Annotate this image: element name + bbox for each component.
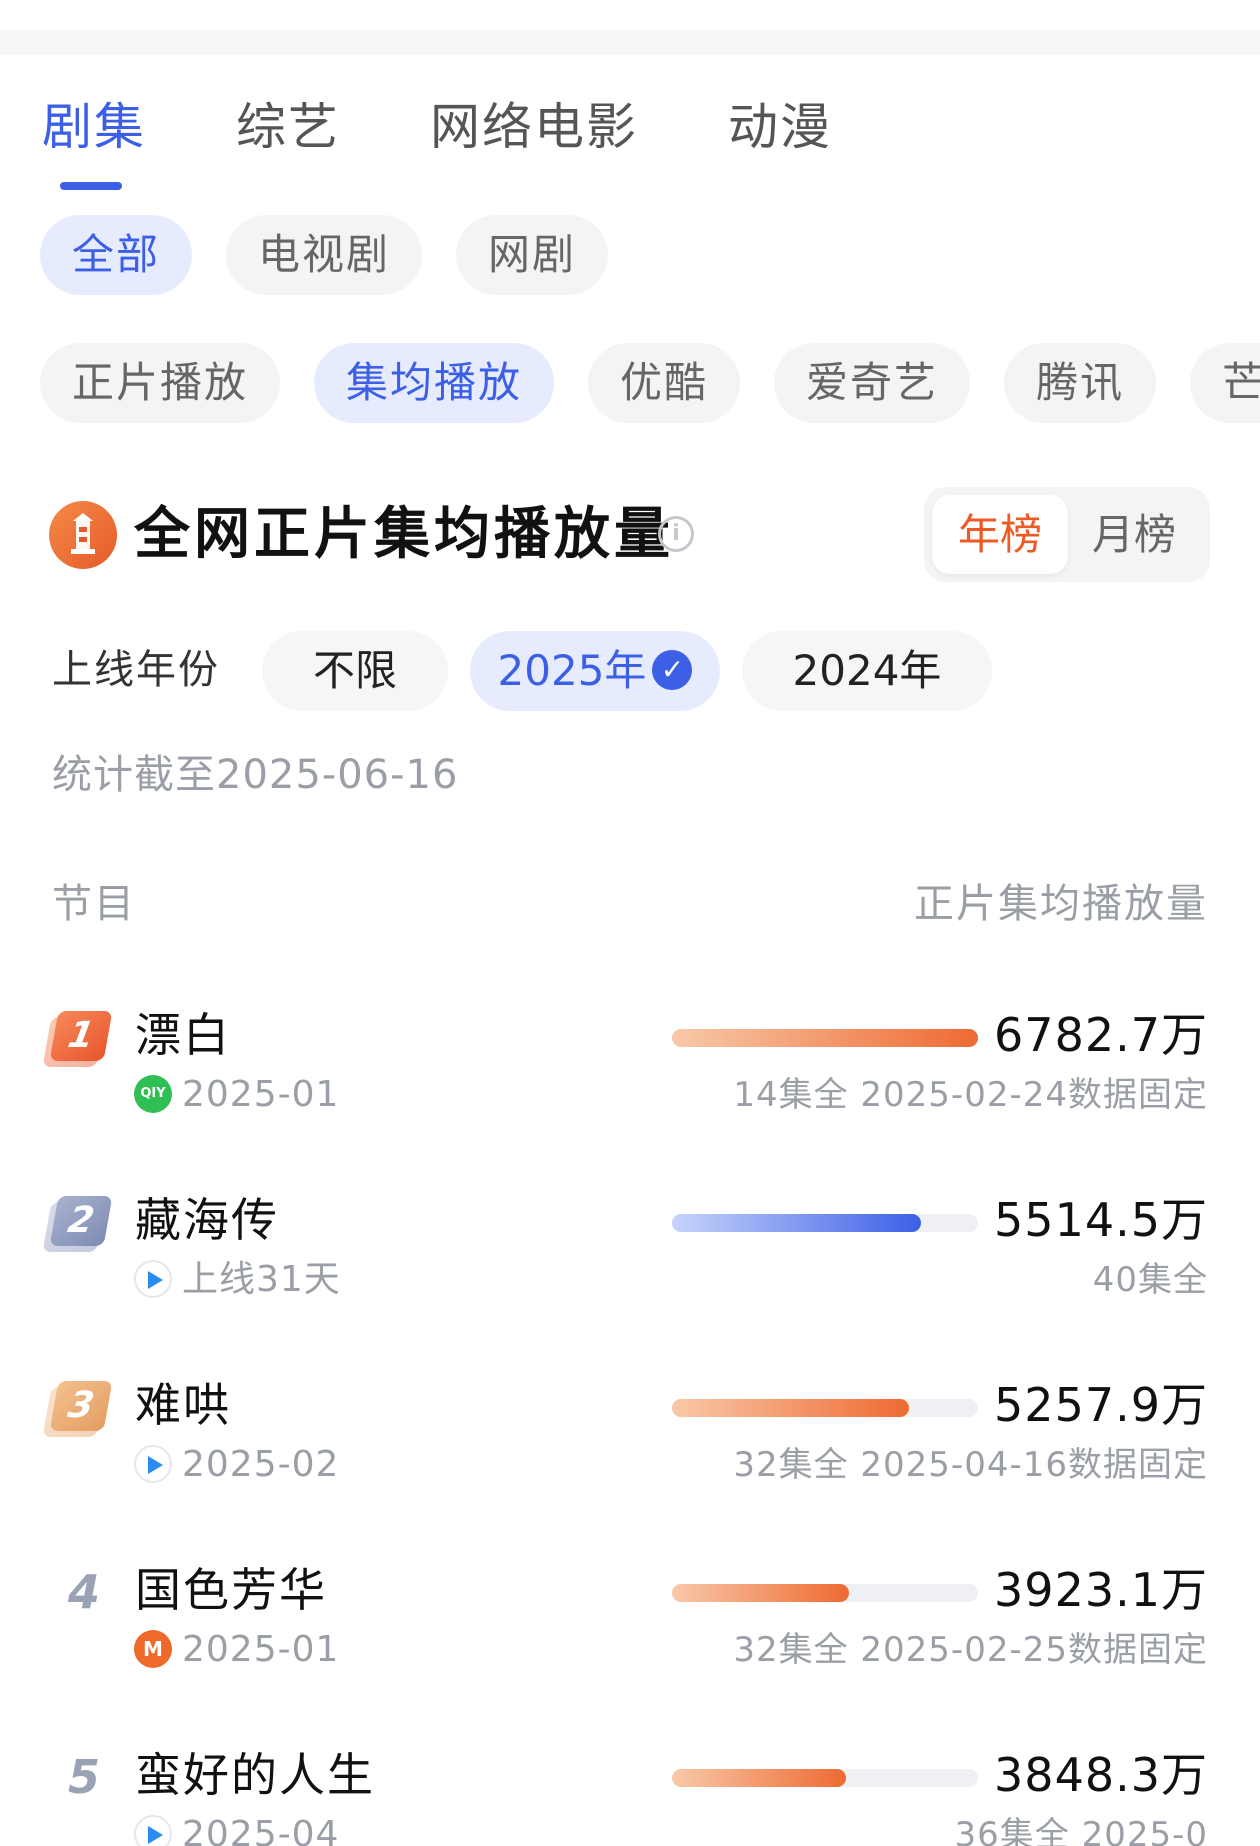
release-info: 2025-04 (182, 1814, 340, 1846)
filter-iqiyi[interactable]: 爱奇艺 (774, 343, 971, 423)
release-info: 2025-02 (182, 1444, 340, 1485)
show-title: 难哄 (135, 1378, 231, 1432)
bar-track (672, 1769, 978, 1787)
rank-badge: 3 (49, 1381, 113, 1431)
section-title: 全网正片集均播放量 (134, 502, 674, 567)
show-title: 藏海传 (135, 1193, 279, 1247)
filter-mango[interactable]: 芒果 (1190, 343, 1260, 423)
tab-dramas[interactable]: 剧集 (42, 92, 146, 190)
tencent-video-icon (134, 1445, 172, 1483)
tencent-video-icon (134, 1815, 172, 1846)
year-2025-chip[interactable]: 2025年 ✓ (470, 631, 720, 711)
show-title: 蛮好的人生 (135, 1748, 375, 1802)
type-filter-row: 全部 电视剧 网剧 (40, 215, 642, 295)
episode-note: 32集全 2025-02-25数据固定 (733, 1630, 1208, 1670)
filter-all[interactable]: 全部 (40, 215, 193, 295)
filter-full-play[interactable]: 正片播放 (40, 343, 281, 423)
rank-number: 4 (68, 1565, 101, 1619)
rank-number: 5 (68, 1750, 101, 1804)
bar-fill (672, 1399, 910, 1417)
stat-date: 统计截至2025-06-16 (52, 752, 459, 798)
show-title: 国色芳华 (135, 1563, 327, 1617)
ranking-row[interactable]: 4 国色芳华 M 2025-01 3923.1万 32集全 2025-02-25… (0, 1558, 1260, 1738)
episode-note: 14集全 2025-02-24数据固定 (733, 1075, 1208, 1115)
play-value: 3848.3万 (994, 1748, 1208, 1802)
rank-badge: 2 (49, 1196, 113, 1246)
bar-track (672, 1584, 978, 1602)
episode-note: 32集全 2025-04-16数据固定 (733, 1445, 1208, 1485)
filter-web-drama[interactable]: 网剧 (456, 215, 609, 295)
column-header-program: 节目 (52, 881, 136, 927)
bar-fill (672, 1214, 921, 1232)
release-info: 2025-01 (182, 1074, 340, 1115)
year-filter-label: 上线年份 (52, 647, 220, 693)
year-2025-label: 2025年 (497, 646, 647, 695)
tab-yearly[interactable]: 年榜 (932, 495, 1068, 574)
rank-badge: 1 (49, 1011, 113, 1061)
bar-fill (672, 1584, 849, 1602)
check-icon: ✓ (652, 649, 693, 690)
bar-track (672, 1029, 978, 1047)
play-value: 3923.1万 (994, 1563, 1208, 1617)
tab-anime[interactable]: 动漫 (728, 92, 832, 162)
main-tabs: 剧集 综艺 网络电影 动漫 (42, 92, 922, 190)
play-value: 5257.9万 (994, 1378, 1208, 1432)
filter-avg-episode-play[interactable]: 集均播放 (314, 343, 555, 423)
year-2024-chip[interactable]: 2024年 (742, 631, 992, 711)
year-any-chip[interactable]: 不限 (262, 631, 448, 711)
page: 剧集 综艺 网络电影 动漫 全部 电视剧 网剧 正片播放 集均播放 优酷 爱奇艺… (0, 0, 1260, 1846)
play-value: 6782.7万 (994, 1008, 1208, 1062)
bar-track (672, 1399, 978, 1417)
top-divider (0, 30, 1260, 55)
period-toggle: 年榜 月榜 (924, 487, 1210, 582)
info-icon[interactable]: i (658, 516, 694, 552)
tab-monthly[interactable]: 月榜 (1066, 495, 1202, 574)
ranking-row[interactable]: 1 漂白 QIY 2025-01 6782.7万 14集全 2025-02-24… (0, 1003, 1260, 1183)
iqiyi-icon: QIY (134, 1075, 172, 1113)
tencent-video-icon (134, 1260, 172, 1298)
bar-fill (672, 1769, 846, 1787)
mango-tv-icon: M (134, 1630, 172, 1668)
release-info: 上线31天 (182, 1259, 341, 1300)
episode-note: 36集全 2025-0 (954, 1815, 1208, 1846)
tab-web-movies[interactable]: 网络电影 (430, 92, 638, 162)
filter-tv-drama[interactable]: 电视剧 (226, 215, 423, 295)
filter-tencent[interactable]: 腾讯 (1004, 343, 1157, 423)
release-info: 2025-01 (182, 1629, 340, 1670)
metric-filter-row: 正片播放 集均播放 优酷 爱奇艺 腾讯 芒果 (40, 343, 1260, 423)
bar-fill (672, 1029, 978, 1047)
show-title: 漂白 (135, 1008, 231, 1062)
ranking-row[interactable]: 2 藏海传 上线31天 5514.5万 40集全 (0, 1188, 1260, 1368)
play-value: 5514.5万 (994, 1193, 1208, 1247)
ranking-lighthouse-icon (49, 501, 117, 569)
column-header-metric: 正片集均播放量 (914, 881, 1208, 927)
episode-note: 40集全 (1092, 1260, 1208, 1300)
tab-variety[interactable]: 综艺 (236, 92, 340, 162)
ranking-row[interactable]: 5 蛮好的人生 2025-04 3848.3万 36集全 2025-0 (0, 1743, 1260, 1846)
bar-track (672, 1214, 978, 1232)
ranking-row[interactable]: 3 难哄 2025-02 5257.9万 32集全 2025-04-16数据固定 (0, 1373, 1260, 1553)
filter-youku[interactable]: 优酷 (588, 343, 741, 423)
